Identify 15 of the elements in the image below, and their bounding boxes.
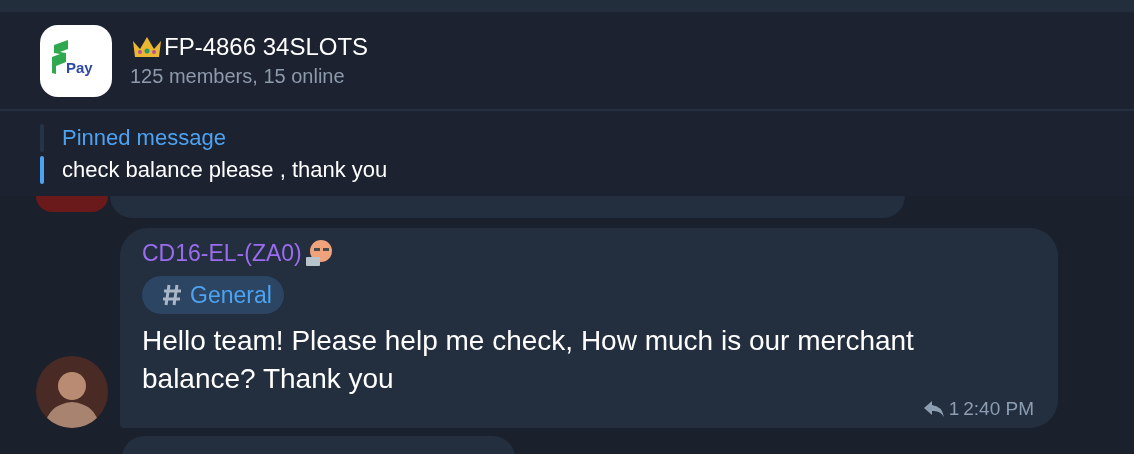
pinned-text: check balance please , thank you (62, 156, 388, 183)
reply-icon[interactable] (922, 400, 945, 418)
hash-icon (162, 284, 182, 306)
group-avatar[interactable]: Pay (40, 24, 112, 97)
message-text: Hello team! Please help me check, How much is our merchant balance? Thank you (142, 324, 915, 396)
member-count: 125 members, 15 online (130, 65, 346, 88)
logo-text: Pay (66, 58, 93, 76)
topic-tag[interactable]: General (142, 276, 284, 314)
emoji-face-icon (303, 238, 334, 268)
pinned-label: Pinned message (62, 124, 227, 151)
reply-count: 1 (948, 398, 960, 420)
group-title: FP-4866 34SLOTS (164, 33, 369, 61)
sender-name[interactable]: CD16-EL-(ZA0) (142, 239, 302, 267)
message-time: 2:40 PM (963, 398, 1034, 420)
pinned-bar[interactable]: Pinned message check balance please , thank you (0, 111, 1134, 196)
